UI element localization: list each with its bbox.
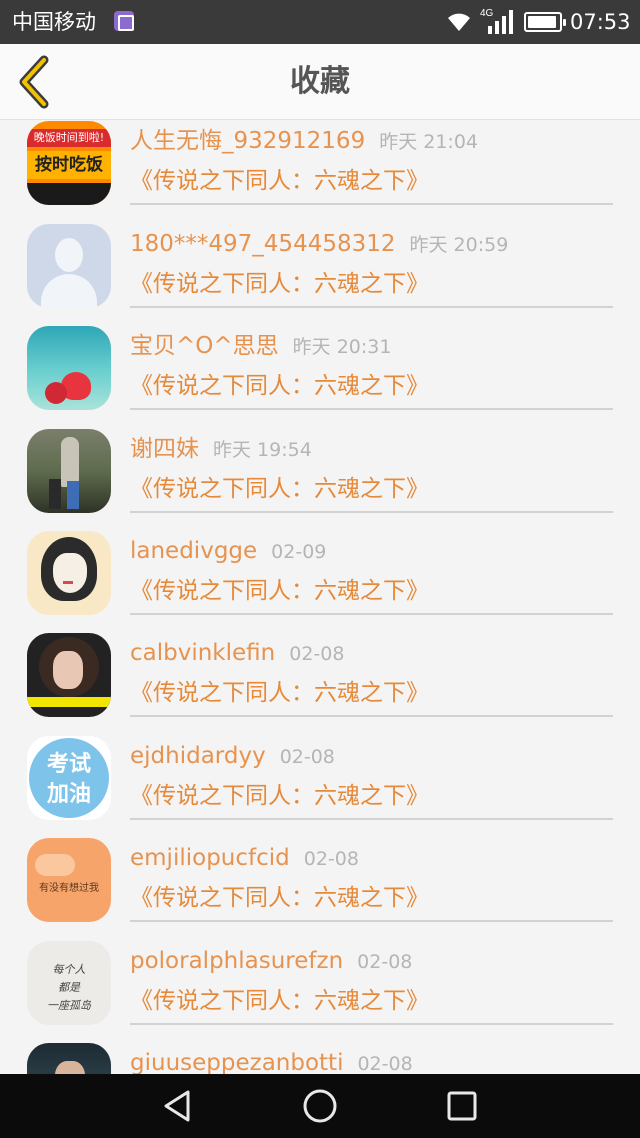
divider bbox=[130, 511, 613, 513]
user-name: poloralphlasurefzn bbox=[130, 948, 344, 974]
notification-app-icon bbox=[114, 11, 134, 31]
avatar-caption: 每个人 bbox=[52, 963, 86, 976]
book-title[interactable]: 《传说之下同人：六魂之下》 bbox=[130, 268, 429, 300]
favorite-item[interactable]: 180***497_454458312 昨天 20:59 《传说之下同人：六魂之下… bbox=[0, 222, 640, 324]
favorite-time: 02-08 bbox=[357, 1053, 413, 1074]
favorite-time: 昨天 21:04 bbox=[379, 131, 478, 153]
page-title: 收藏 bbox=[290, 64, 350, 99]
book-title[interactable]: 《传说之下同人：六魂之下》 bbox=[130, 985, 429, 1017]
user-avatar bbox=[27, 1043, 111, 1074]
favorite-time: 02-08 bbox=[279, 746, 335, 768]
nav-back-button[interactable] bbox=[156, 1086, 200, 1126]
circle-home-icon bbox=[303, 1089, 337, 1123]
user-name: giuuseppezanbotti bbox=[130, 1050, 344, 1074]
avatar-caption: 按时吃饭的 bbox=[27, 151, 111, 203]
user-avatar: 有没有想过我 bbox=[27, 838, 111, 922]
user-avatar bbox=[27, 326, 111, 410]
user-avatar: 晚饭时间到啦! 按时吃饭的 bbox=[27, 121, 111, 205]
favorites-list: 晚饭时间到啦! 按时吃饭的 人生无悔_932912169 昨天 21:04 《传说… bbox=[0, 121, 640, 1074]
status-bar: 中国移动 4G 07:53 bbox=[0, 0, 640, 44]
divider bbox=[130, 408, 613, 410]
user-name: 宝贝^O^思思 bbox=[130, 333, 279, 359]
favorite-time: 昨天 19:54 bbox=[213, 439, 312, 461]
book-title[interactable]: 《传说之下同人：六魂之下》 bbox=[130, 165, 429, 197]
favorite-time: 02-08 bbox=[289, 643, 345, 665]
user-avatar bbox=[27, 531, 111, 615]
favorite-item[interactable]: 有没有想过我 emjiliopucfcid 02-08 《传说之下同人：六魂之下》 bbox=[0, 836, 640, 938]
user-avatar: 每个人 都是 一座孤岛 bbox=[27, 941, 111, 1025]
triangle-back-icon bbox=[164, 1090, 190, 1122]
divider bbox=[130, 306, 613, 308]
nav-home-button[interactable] bbox=[298, 1086, 342, 1126]
favorite-time: 02-08 bbox=[303, 848, 359, 870]
book-title[interactable]: 《传说之下同人：六魂之下》 bbox=[130, 677, 429, 709]
nav-recents-button[interactable] bbox=[440, 1086, 484, 1126]
user-name: 谢四妹 bbox=[130, 436, 199, 462]
favorite-item[interactable]: 考试 加油 ejdhidardyy 02-08 《传说之下同人：六魂之下》 bbox=[0, 734, 640, 836]
favorite-item[interactable]: giuuseppezanbotti 02-08 bbox=[0, 1041, 640, 1074]
avatar-caption: 都是 bbox=[58, 981, 80, 994]
user-name: 人生无悔_932912169 bbox=[130, 128, 366, 154]
wifi-icon bbox=[448, 13, 470, 31]
favorite-time: 昨天 20:59 bbox=[409, 234, 509, 256]
app-header: 收藏 bbox=[0, 44, 640, 120]
favorite-item[interactable]: calbvinklefin 02-08 《传说之下同人：六魂之下》 bbox=[0, 631, 640, 733]
user-avatar bbox=[27, 224, 111, 308]
divider bbox=[130, 1023, 613, 1025]
user-name: 180***497_454458312 bbox=[130, 231, 396, 257]
avatar-caption: 有没有想过我 bbox=[39, 883, 99, 894]
avatar-caption: 一座孤岛 bbox=[47, 999, 91, 1012]
user-name: lanedivgge bbox=[130, 538, 258, 564]
favorite-time: 昨天 20:31 bbox=[292, 336, 392, 358]
user-avatar bbox=[27, 633, 111, 717]
user-avatar: 考试 加油 bbox=[27, 736, 111, 820]
signal-icon: 4G bbox=[480, 8, 513, 34]
favorite-item[interactable]: 宝贝^O^思思 昨天 20:31 《传说之下同人：六魂之下》 bbox=[0, 324, 640, 426]
book-title[interactable]: 《传说之下同人：六魂之下》 bbox=[130, 473, 429, 505]
network-type: 4G bbox=[480, 8, 494, 19]
favorite-item[interactable]: 每个人 都是 一座孤岛 poloralphlasurefzn 02-08 《传说之… bbox=[0, 939, 640, 1041]
user-avatar bbox=[27, 429, 111, 513]
system-navigation-bar bbox=[0, 1074, 640, 1138]
user-name: emjiliopucfcid bbox=[130, 845, 290, 871]
book-title[interactable]: 《传说之下同人：六魂之下》 bbox=[130, 882, 429, 914]
square-recents-icon bbox=[447, 1091, 477, 1121]
avatar-caption: 晚饭时间到啦! bbox=[27, 129, 111, 147]
favorite-time: 02-09 bbox=[271, 541, 327, 563]
favorite-item[interactable]: 谢四妹 昨天 19:54 《传说之下同人：六魂之下》 bbox=[0, 427, 640, 529]
divider bbox=[130, 203, 613, 205]
favorite-item[interactable]: 晚饭时间到啦! 按时吃饭的 人生无悔_932912169 昨天 21:04 《传说… bbox=[0, 121, 640, 221]
avatar-caption: 加油 bbox=[46, 782, 91, 807]
divider bbox=[130, 613, 613, 615]
divider bbox=[130, 920, 613, 922]
favorite-time: 02-08 bbox=[357, 951, 413, 973]
carrier-name: 中国移动 bbox=[12, 10, 96, 34]
divider bbox=[130, 818, 613, 820]
battery-icon bbox=[524, 12, 566, 32]
divider bbox=[130, 715, 613, 717]
user-name: ejdhidardyy bbox=[130, 743, 266, 769]
status-time: 07:53 bbox=[570, 10, 631, 34]
book-title[interactable]: 《传说之下同人：六魂之下》 bbox=[130, 780, 429, 812]
user-name: calbvinklefin bbox=[130, 640, 276, 666]
avatar-caption: 考试 bbox=[46, 752, 91, 777]
favorite-item[interactable]: lanedivgge 02-09 《传说之下同人：六魂之下》 bbox=[0, 529, 640, 631]
book-title[interactable]: 《传说之下同人：六魂之下》 bbox=[130, 370, 429, 402]
book-title[interactable]: 《传说之下同人：六魂之下》 bbox=[130, 575, 429, 607]
